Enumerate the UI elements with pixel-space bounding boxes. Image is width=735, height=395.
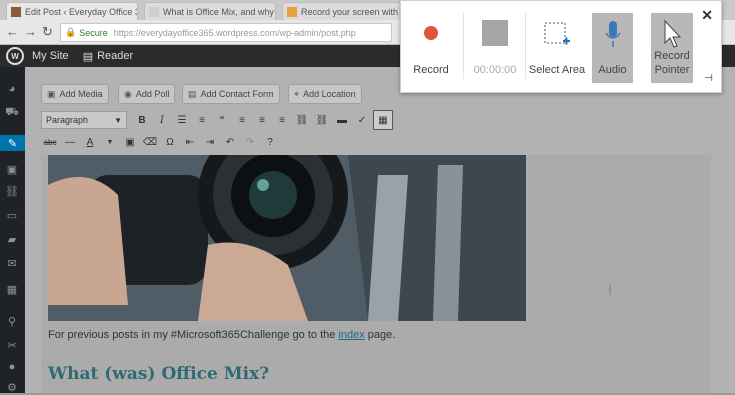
posts-icon[interactable]: ✎ (0, 135, 25, 151)
read-more-icon[interactable]: ▬ (333, 111, 351, 129)
post-heading: What (was) Office Mix? (48, 364, 270, 384)
tab-title: What is Office Mix, and why should... (163, 6, 275, 17)
record-icon (424, 26, 438, 40)
special-character-icon[interactable]: Ω (161, 133, 179, 151)
index-link[interactable]: index (338, 329, 364, 341)
links-icon[interactable]: ⛓ (4, 183, 20, 199)
tab-title: Edit Post ‹ Everyday Office 365 (25, 6, 138, 17)
align-left-icon[interactable]: ≡ (233, 111, 251, 129)
appearance-icon[interactable]: ▦ (4, 281, 20, 297)
indent-icon[interactable]: ⇥ (201, 133, 219, 151)
browser-tab[interactable]: Record your screen with Office... × (282, 2, 414, 20)
reader-icon[interactable]: ▤ (83, 50, 93, 63)
forward-icon[interactable]: → (24, 24, 37, 39)
spellcheck-icon[interactable]: ✓ (353, 111, 371, 129)
select-area-button[interactable]: Select Area (527, 13, 587, 83)
format-select[interactable]: Paragraph ▼ (41, 111, 127, 129)
undo-icon[interactable]: ↶ (221, 133, 239, 151)
align-center-icon[interactable]: ≡ (253, 111, 271, 129)
audio-button[interactable]: Audio (592, 13, 633, 83)
pin-icon[interactable]: ⊣ (704, 73, 713, 84)
favicon-icon (11, 6, 21, 17)
bold-icon[interactable]: B (133, 111, 151, 129)
add-poll-button[interactable]: ◉ Add Poll (118, 84, 176, 104)
comments-icon[interactable]: ▰ (4, 231, 20, 247)
browser-tab[interactable]: Edit Post ‹ Everyday Office 365 × (6, 2, 138, 20)
my-site-link[interactable]: My Site (32, 50, 69, 62)
align-right-icon[interactable]: ≡ (273, 111, 291, 129)
media-icon: ▣ (47, 88, 56, 99)
pointer-icon (664, 19, 682, 48)
redo-icon[interactable]: ↷ (241, 133, 259, 151)
clear-formatting-icon[interactable]: ⌫ (141, 133, 159, 151)
url-text: https://everydayoffice365.wordpress.com/… (113, 27, 356, 38)
horizontal-line-icon[interactable]: — (61, 133, 79, 151)
link-icon[interactable]: ⛓ (293, 111, 311, 129)
numbered-list-icon[interactable]: ≡ (193, 111, 211, 129)
editor-toolbar-row-1: Paragraph ▼ B I ☰ ≡ “ ≡ ≡ ≡ ⛓ ⛓ ▬ ✓ ▦ (41, 110, 701, 130)
unlink-icon[interactable]: ⛓ (313, 111, 331, 129)
wordpress-logo-icon[interactable]: W (6, 47, 24, 65)
secure-label: Secure (79, 27, 108, 38)
lock-icon: 🔒 (65, 27, 77, 37)
add-location-button[interactable]: ⌖ Add Location (288, 84, 362, 104)
back-icon[interactable]: ← (6, 24, 19, 39)
favicon-icon (287, 6, 297, 17)
admin-sidebar: ◕ ⛟ ✎ ▣ ⛓ ▭ ▰ ✉ ▦ ⚲ ✂ ● ⚙ (0, 67, 25, 394)
select-area-icon (544, 22, 570, 45)
camera-photo (48, 155, 526, 321)
close-icon[interactable]: ✕ (701, 7, 713, 24)
url-input[interactable]: 🔒 Secure https://everydayoffice365.wordp… (60, 23, 392, 42)
reload-icon[interactable]: ↻ (42, 24, 53, 40)
divider (525, 13, 526, 79)
camera-illustration-icon (48, 155, 526, 321)
browser-tab[interactable]: What is Office Mix, and why should... × (144, 2, 276, 20)
divider (463, 13, 464, 79)
chevron-down-icon: ▼ (114, 115, 122, 125)
pages-icon[interactable]: ▭ (4, 207, 20, 223)
recording-time: 00:00:00 (473, 64, 517, 76)
chevron-down-icon[interactable]: ▼ (101, 133, 119, 151)
strikethrough-icon[interactable]: abc (41, 133, 59, 151)
bullet-list-icon[interactable]: ☰ (173, 111, 191, 129)
add-contact-form-button[interactable]: ▤ Add Contact Form (182, 84, 280, 104)
text-color-icon[interactable]: A (81, 133, 99, 151)
text-cursor-icon: I (608, 282, 613, 299)
media-icon[interactable]: ▣ (4, 161, 20, 177)
post-paragraph: For previous posts in my #Microsoft365Ch… (48, 329, 396, 341)
help-icon[interactable]: ? (261, 133, 279, 151)
favicon-icon (149, 6, 159, 17)
tab-title: Record your screen with Office... (301, 6, 413, 17)
italic-icon[interactable]: I (153, 111, 171, 129)
reader-link[interactable]: Reader (97, 50, 133, 62)
record-pointer-button[interactable]: Record Pointer (651, 13, 693, 83)
poll-icon: ◉ (124, 88, 132, 99)
add-media-button[interactable]: ▣ Add Media (41, 84, 109, 104)
users-icon[interactable]: ● (4, 359, 20, 375)
record-button[interactable]: Record (401, 13, 461, 83)
location-icon: ⌖ (294, 88, 300, 99)
outdent-icon[interactable]: ⇤ (181, 133, 199, 151)
blockquote-icon[interactable]: “ (213, 111, 231, 129)
editor-toolbar-row-2: abc — A ▼ ▣ ⌫ Ω ⇤ ⇥ ↶ ↷ ? (41, 132, 701, 152)
stop-button[interactable]: 00:00:00 (465, 13, 525, 83)
paste-text-icon[interactable]: ▣ (121, 133, 139, 151)
microphone-icon (604, 21, 621, 47)
tools-icon[interactable]: ✂ (4, 337, 20, 353)
plugins-icon[interactable]: ⚲ (4, 313, 20, 329)
store-icon[interactable]: ⛟ (4, 105, 20, 121)
toolbar-toggle-icon[interactable]: ▦ (373, 110, 393, 130)
feedback-icon[interactable]: ✉ (4, 255, 20, 271)
dashboard-icon[interactable]: ◕ (4, 81, 20, 97)
form-icon: ▤ (188, 88, 197, 99)
screen-recording-panel: Record 00:00:00 Select Area Audio Record… (400, 0, 722, 93)
stop-icon (482, 20, 508, 46)
